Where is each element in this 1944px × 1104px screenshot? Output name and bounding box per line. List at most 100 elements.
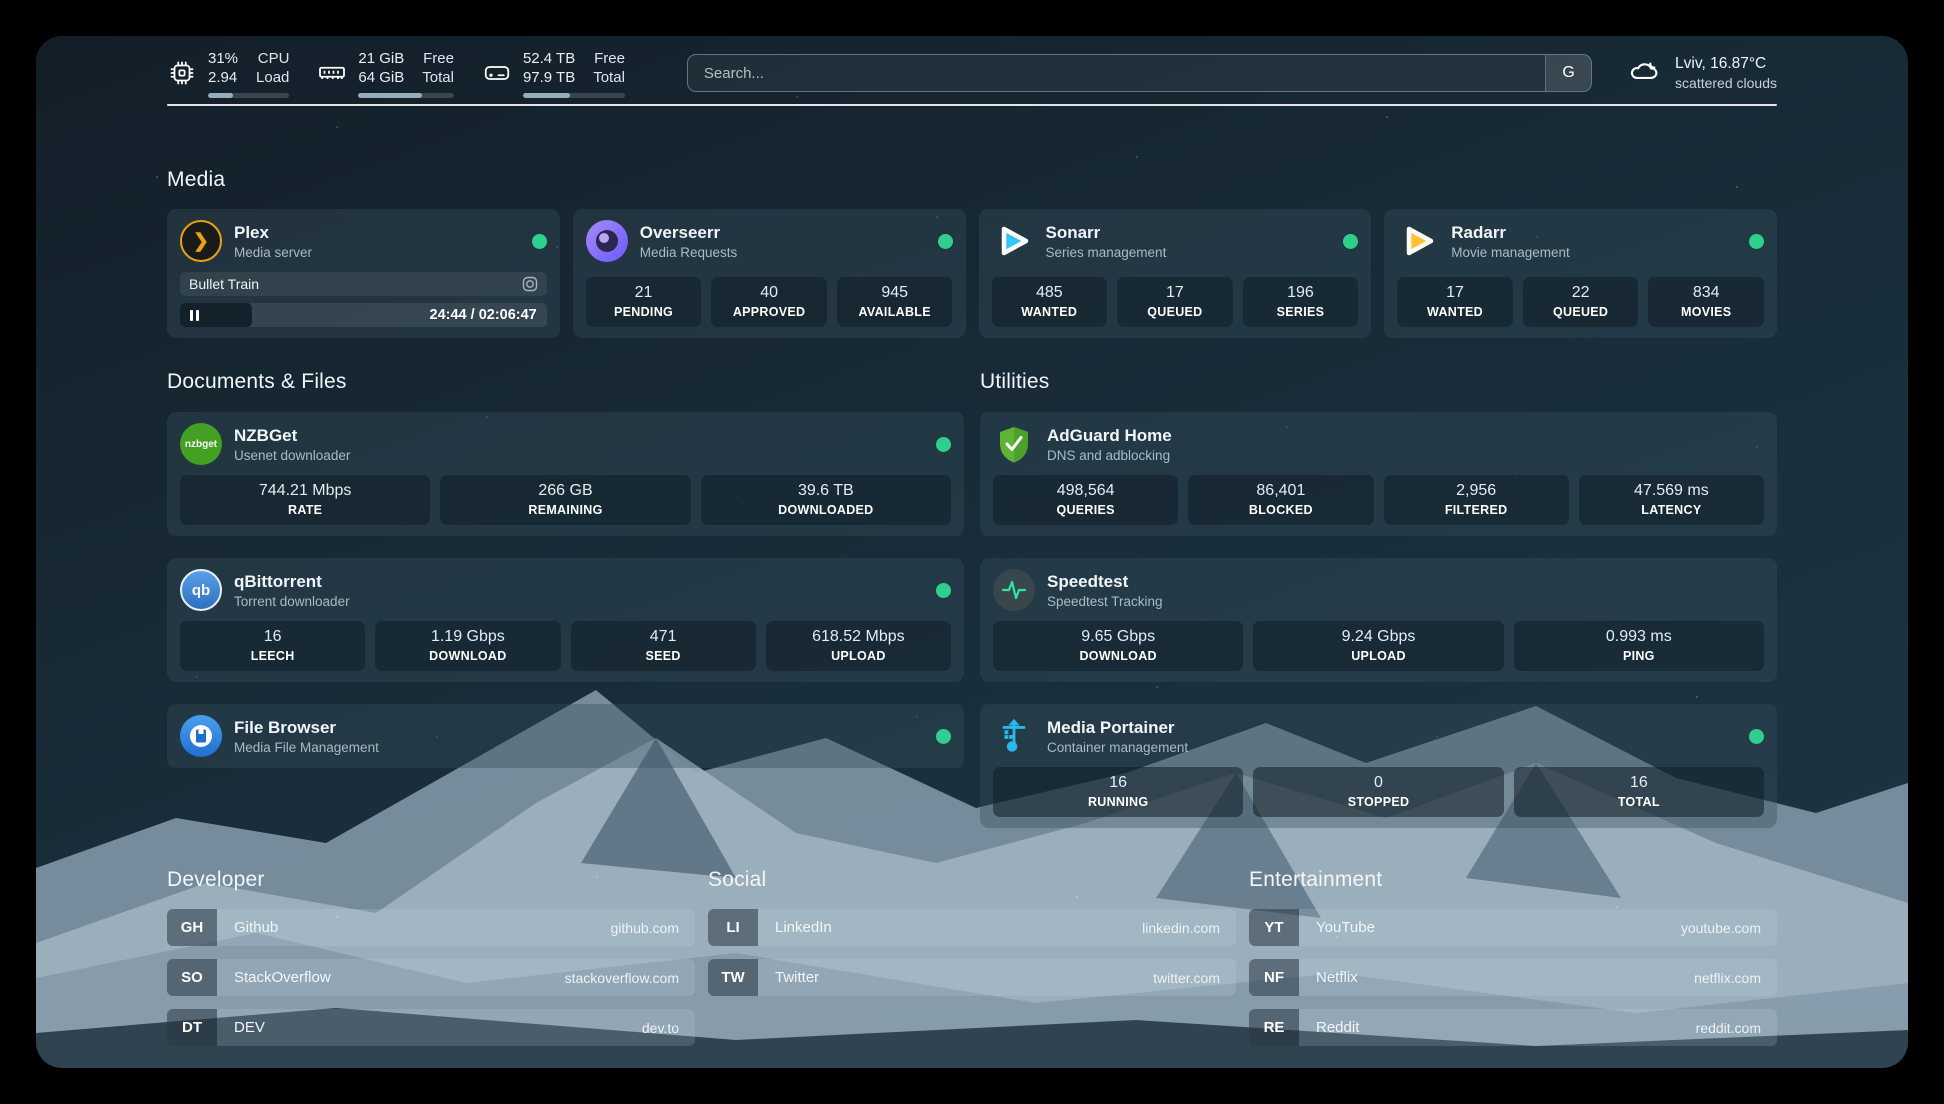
bookmark-name: LinkedIn	[758, 909, 832, 946]
bookmark-url: stackoverflow.com	[565, 959, 695, 996]
filebrowser-subtitle: Media File Management	[234, 740, 379, 755]
portainer-status-dot	[1749, 729, 1764, 744]
memory-widget: 21 GiB64 GiB FreeTotal	[317, 49, 454, 98]
cpu-label-2: Load	[256, 68, 289, 88]
bookmark-github[interactable]: GH Github github.com	[167, 909, 695, 946]
adguard-subtitle: DNS and adblocking	[1047, 448, 1172, 463]
filebrowser-status-dot	[936, 729, 951, 744]
bookmark-abbr: YT	[1249, 909, 1299, 946]
overseerr-card[interactable]: Overseerr Media Requests 21PENDING 40APP…	[573, 209, 966, 338]
section-title-utilities: Utilities	[980, 370, 1777, 394]
disk-widget: 52.4 TB97.9 TB FreeTotal	[482, 49, 625, 98]
cpu-widget: 31%2.94 CPULoad	[167, 49, 289, 98]
stat-block: 266 GBREMAINING	[440, 475, 690, 525]
search-input[interactable]	[688, 55, 1545, 91]
pause-icon	[190, 310, 193, 321]
dashboard-page: 31%2.94 CPULoad 21 GiB64 GiB FreeTotal	[36, 36, 1908, 1068]
speedtest-title: Speedtest	[1047, 572, 1163, 592]
plex-card[interactable]: ❯ Plex Media server Bullet Train	[167, 209, 560, 338]
overseerr-title: Overseerr	[640, 223, 738, 243]
stat-block: 0STOPPED	[1253, 767, 1503, 817]
bookmark-abbr: GH	[167, 909, 217, 946]
stat-block: 834MOVIES	[1648, 277, 1764, 327]
sonarr-title: Sonarr	[1046, 223, 1167, 243]
stat-block: 17WANTED	[1397, 277, 1513, 327]
disk-total: 97.9 TB	[523, 68, 575, 88]
bookmark-reddit[interactable]: RE Reddit reddit.com	[1249, 1009, 1777, 1046]
stat-block: 196SERIES	[1243, 277, 1359, 327]
stat-block: 0.993 msPING	[1514, 621, 1764, 671]
radarr-status-dot	[1749, 234, 1764, 249]
bookmark-url: twitter.com	[1153, 959, 1236, 996]
qbittorrent-card[interactable]: qb qBittorrent Torrent downloader 16LEEC…	[167, 558, 964, 682]
disk-icon	[482, 58, 512, 88]
memory-free: 21 GiB	[358, 49, 404, 69]
overseerr-subtitle: Media Requests	[640, 245, 738, 260]
bookmark-abbr: LI	[708, 909, 758, 946]
portainer-card[interactable]: Media Portainer Container management 16R…	[980, 704, 1777, 828]
cloud-icon	[1626, 55, 1662, 91]
stat-block: 485WANTED	[992, 277, 1108, 327]
radarr-subtitle: Movie management	[1451, 245, 1570, 260]
stat-block: 21PENDING	[586, 277, 702, 327]
memory-label-2: Total	[422, 68, 454, 88]
bookmark-stackoverflow[interactable]: SO StackOverflow stackoverflow.com	[167, 959, 695, 996]
qbittorrent-subtitle: Torrent downloader	[234, 594, 350, 609]
disk-progress-bar	[523, 93, 625, 98]
bookmark-url: linkedin.com	[1142, 909, 1236, 946]
section-title-media: Media	[167, 168, 1777, 192]
bookmark-dev[interactable]: DT DEV dev.to	[167, 1009, 695, 1046]
stat-block: 16TOTAL	[1514, 767, 1764, 817]
nzbget-icon: nzbget	[180, 423, 222, 465]
plex-progress-bar: 24:44 / 02:06:47	[180, 303, 547, 327]
bookmark-group-entertainment: Entertainment YT YouTube youtube.com NF …	[1249, 868, 1777, 1059]
overseerr-status-dot	[938, 234, 953, 249]
cpu-usage: 31%	[208, 49, 238, 69]
bookmark-netflix[interactable]: NF Netflix netflix.com	[1249, 959, 1777, 996]
stat-block: 471SEED	[571, 621, 756, 671]
bookmark-url: dev.to	[642, 1009, 695, 1046]
nzbget-card[interactable]: nzbget NZBGet Usenet downloader 744.21 M…	[167, 412, 964, 536]
plex-title: Plex	[234, 223, 312, 243]
portainer-icon	[993, 715, 1035, 757]
stat-block: 1.19 GbpsDOWNLOAD	[375, 621, 560, 671]
bookmark-group-developer: Developer GH Github github.com SO StackO…	[167, 868, 695, 1059]
speedtest-icon	[993, 569, 1035, 611]
bookmark-url: reddit.com	[1696, 1009, 1777, 1046]
plex-status-dot	[532, 234, 547, 249]
disk-label-1: Free	[594, 49, 625, 69]
now-playing-media-icon	[522, 276, 538, 292]
stat-block: 47.569 msLATENCY	[1579, 475, 1764, 525]
cpu-load: 2.94	[208, 68, 238, 88]
portainer-title: Media Portainer	[1047, 718, 1188, 738]
portainer-subtitle: Container management	[1047, 740, 1188, 755]
bookmark-youtube[interactable]: YT YouTube youtube.com	[1249, 909, 1777, 946]
memory-total: 64 GiB	[358, 68, 404, 88]
stat-block: 17QUEUED	[1117, 277, 1233, 327]
bookmark-linkedin[interactable]: LI LinkedIn linkedin.com	[708, 909, 1236, 946]
bookmark-url: github.com	[611, 909, 695, 946]
bookmark-name: Twitter	[758, 959, 819, 996]
stat-block: 618.52 MbpsUPLOAD	[766, 621, 951, 671]
bookmark-abbr: NF	[1249, 959, 1299, 996]
qbittorrent-status-dot	[936, 583, 951, 598]
stat-block: 40APPROVED	[711, 277, 827, 327]
bookmark-abbr: TW	[708, 959, 758, 996]
search-provider-button[interactable]: G	[1545, 55, 1591, 91]
weather-widget: Lviv, 16.87°C scattered clouds	[1626, 55, 1777, 91]
stat-block: 498,564QUERIES	[993, 475, 1178, 525]
weather-location-temp: Lviv, 16.87°C	[1675, 55, 1777, 73]
cpu-progress-bar	[208, 93, 289, 98]
sonarr-card[interactable]: Sonarr Series management 485WANTED 17QUE…	[979, 209, 1372, 338]
radarr-card[interactable]: Radarr Movie management 17WANTED 22QUEUE…	[1384, 209, 1777, 338]
bookmark-name: YouTube	[1299, 909, 1375, 946]
stat-block: 16LEECH	[180, 621, 365, 671]
bookmark-name: StackOverflow	[217, 959, 331, 996]
nzbget-status-dot	[936, 437, 951, 452]
radarr-icon	[1397, 220, 1439, 262]
adguard-card[interactable]: AdGuard Home DNS and adblocking 498,564Q…	[980, 412, 1777, 536]
bookmark-group-social: Social LI LinkedIn linkedin.com TW Twitt…	[708, 868, 1236, 1059]
speedtest-card[interactable]: Speedtest Speedtest Tracking 9.65 GbpsDO…	[980, 558, 1777, 682]
filebrowser-card[interactable]: File Browser Media File Management	[167, 704, 964, 768]
bookmark-twitter[interactable]: TW Twitter twitter.com	[708, 959, 1236, 996]
